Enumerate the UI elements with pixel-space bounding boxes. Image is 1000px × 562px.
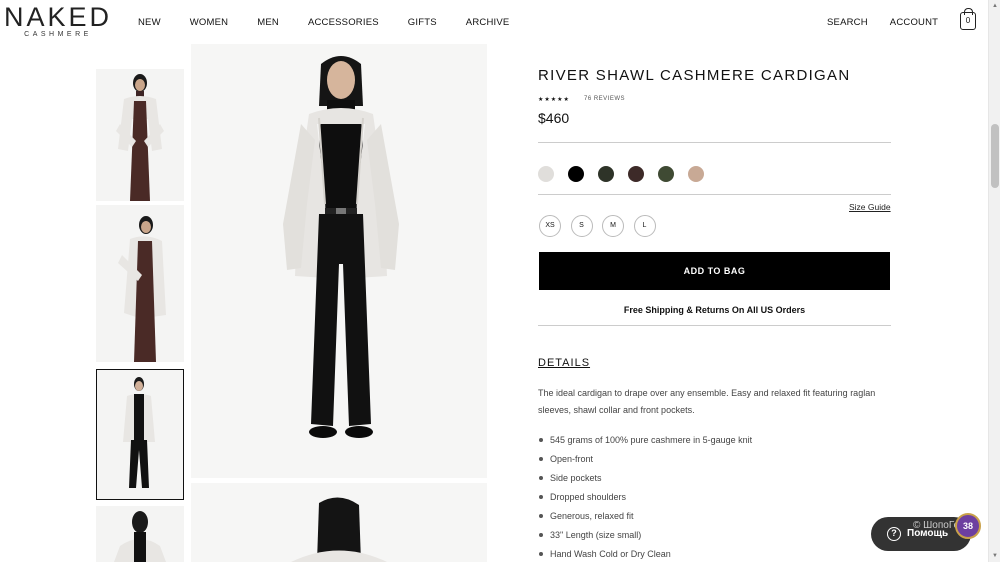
brand-logo[interactable]: NAKED CASHMERE <box>4 4 112 39</box>
scroll-down-icon[interactable]: ▼ <box>992 553 998 559</box>
nav-new[interactable]: NEW <box>138 17 161 28</box>
model-image <box>96 506 184 562</box>
model-image <box>191 483 487 562</box>
list-item: Open-front <box>538 452 752 471</box>
color-swatch[interactable] <box>598 166 614 182</box>
search-link[interactable]: SEARCH <box>827 17 868 28</box>
nav-gifts[interactable]: GIFTS <box>408 17 437 28</box>
brand-sub: CASHMERE <box>24 31 92 38</box>
model-image <box>96 69 184 201</box>
rating-stars[interactable]: ★★★★★ <box>538 96 570 103</box>
nav-accessories[interactable]: ACCESSORIES <box>308 17 379 28</box>
account-link[interactable]: ACCOUNT <box>890 17 938 28</box>
nav-archive[interactable]: ARCHIVE <box>466 17 510 28</box>
brand-name: NAKED <box>4 2 113 32</box>
divider <box>538 194 891 195</box>
notification-badge[interactable]: 38 <box>955 513 981 539</box>
size-selector: XS S M L <box>539 215 665 237</box>
divider <box>538 325 891 326</box>
main-product-image[interactable] <box>191 44 487 478</box>
details-list: 545 grams of 100% pure cashmere in 5-gau… <box>538 433 752 562</box>
size-guide-link[interactable]: Size Guide <box>849 202 891 212</box>
size-option-m[interactable]: M <box>602 215 624 237</box>
list-item: 545 grams of 100% pure cashmere in 5-gau… <box>538 433 752 452</box>
help-icon: ? <box>887 527 901 541</box>
secondary-product-image[interactable] <box>191 483 487 562</box>
divider <box>538 142 891 143</box>
main-nav: NEW WOMEN MEN ACCESSORIES GIFTS ARCHIVE <box>138 17 538 28</box>
site-header: NAKED CASHMERE NEW WOMEN MEN ACCESSORIES… <box>0 0 988 44</box>
size-option-s[interactable]: S <box>570 215 593 237</box>
color-swatch[interactable] <box>658 166 674 182</box>
list-item: Hand Wash Cold or Dry Clean <box>538 547 752 562</box>
page-scrollbar[interactable]: ▲ ▼ <box>988 0 1000 562</box>
list-item: Side pockets <box>538 471 752 490</box>
thumbnail-3[interactable] <box>96 369 184 500</box>
shipping-message: Free Shipping & Returns On All US Orders <box>623 305 806 315</box>
color-swatch[interactable] <box>628 166 644 182</box>
size-option-l[interactable]: L <box>633 215 656 237</box>
color-swatch[interactable] <box>538 166 554 182</box>
list-item: Dropped shoulders <box>538 490 752 509</box>
product-title: RIVER SHAWL CASHMERE CARDIGAN <box>538 67 851 84</box>
product-price: $460 <box>538 110 570 126</box>
thumbnail-1[interactable] <box>96 69 184 201</box>
details-heading[interactable]: DETAILS <box>538 357 590 369</box>
thumbnail-2[interactable] <box>96 205 184 362</box>
product-description: The ideal cardigan to drape over any ens… <box>538 388 876 415</box>
model-image <box>191 44 487 478</box>
scroll-thumb[interactable] <box>991 124 999 188</box>
color-swatch[interactable] <box>688 166 704 182</box>
reviews-count[interactable]: 76 REVIEWS <box>584 96 625 102</box>
list-item: 33" Length (size small) <box>538 528 752 547</box>
model-image <box>97 370 183 499</box>
nav-men[interactable]: MEN <box>257 17 279 28</box>
color-swatches <box>538 166 718 182</box>
scroll-up-icon[interactable]: ▲ <box>992 3 998 9</box>
color-swatch[interactable] <box>568 166 584 182</box>
thumbnail-4[interactable] <box>96 506 184 562</box>
size-option-xs[interactable]: XS <box>539 215 561 237</box>
add-to-bag-button[interactable]: ADD TO BAG <box>539 252 890 290</box>
utility-nav: SEARCH ACCOUNT <box>827 17 960 28</box>
bag-icon[interactable]: 0 <box>960 8 976 30</box>
nav-women[interactable]: WOMEN <box>190 17 228 28</box>
list-item: Generous, relaxed fit <box>538 509 752 528</box>
model-image <box>96 205 184 362</box>
